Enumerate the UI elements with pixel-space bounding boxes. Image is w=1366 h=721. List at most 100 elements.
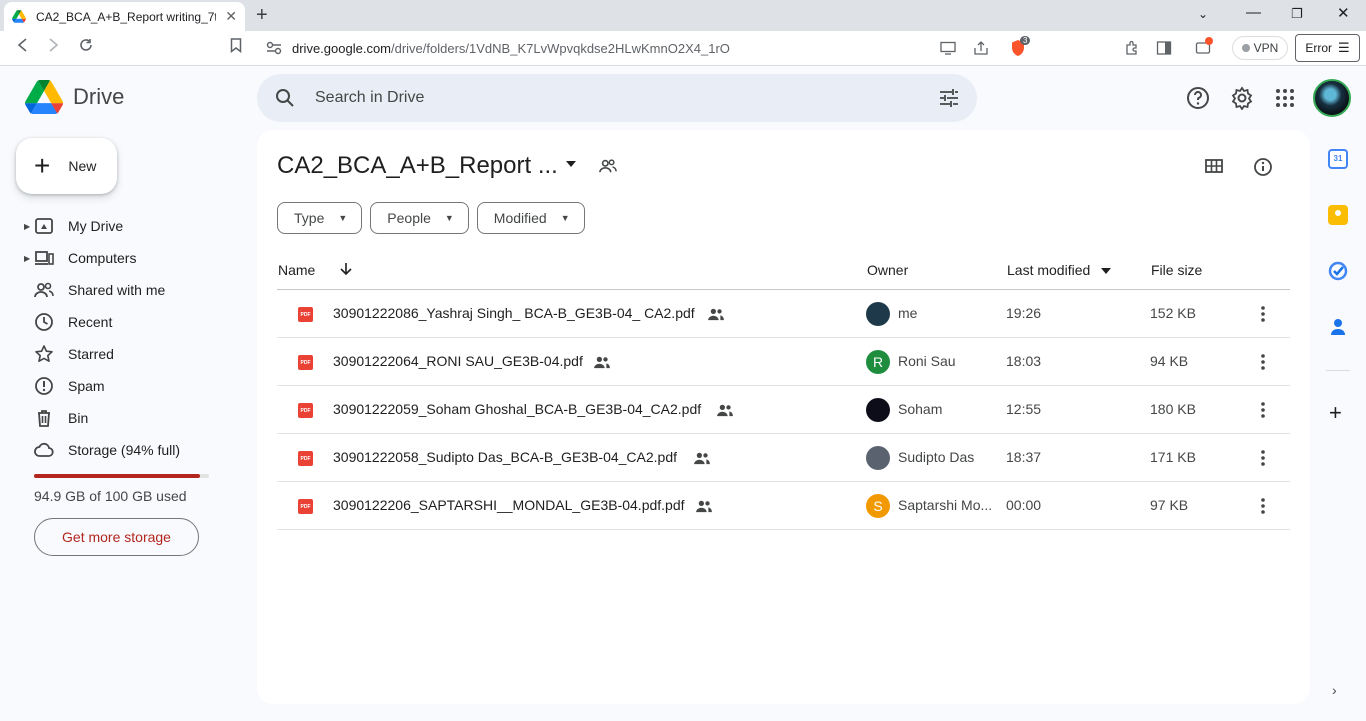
shared-people-icon	[695, 499, 713, 516]
address-bar[interactable]: drive.google.com/drive/folders/1VdNB_K7L…	[258, 34, 1038, 62]
search-bar[interactable]: Search in Drive	[257, 74, 977, 122]
cast-icon[interactable]	[940, 41, 956, 55]
more-actions-icon[interactable]	[1253, 400, 1273, 420]
share-page-icon[interactable]	[973, 40, 989, 56]
expand-caret-icon[interactable]: ▶	[24, 222, 30, 231]
keep-icon[interactable]	[1328, 205, 1348, 225]
bookmark-icon[interactable]	[230, 38, 242, 57]
my-drive-icon	[35, 218, 53, 234]
more-actions-icon[interactable]	[1253, 448, 1273, 468]
sidebar-item-recent[interactable]: Recent	[16, 306, 246, 338]
tab-close-icon[interactable]: ✕	[225, 8, 237, 25]
file-name[interactable]: 30901222064_RONI SAU_GE3B-04.pdf	[333, 353, 583, 369]
sidebar-item-spam[interactable]: Spam	[16, 370, 246, 402]
search-options-icon[interactable]	[939, 88, 959, 108]
get-addons-plus-icon[interactable]: +	[1329, 400, 1342, 426]
column-header-name[interactable]: Name	[278, 262, 315, 278]
storage-usage-text: 94.9 GB of 100 GB used	[34, 488, 187, 504]
minimize-icon[interactable]: —	[1246, 4, 1261, 21]
sidebar-item-label: Recent	[68, 314, 113, 330]
error-button[interactable]: Error ☰	[1295, 34, 1360, 62]
table-row[interactable]: PDF 30901222058_Sudipto Das_BCA-B_GE3B-04…	[277, 434, 1290, 482]
calendar-icon[interactable]: 31	[1328, 149, 1348, 169]
expand-caret-icon[interactable]: ▶	[24, 254, 30, 263]
chip-label: Type	[294, 210, 325, 226]
shared-with-me-icon	[34, 282, 54, 298]
more-actions-icon[interactable]	[1253, 496, 1273, 516]
settings-gear-icon[interactable]	[1230, 86, 1254, 110]
contacts-icon[interactable]	[1328, 317, 1348, 337]
computers-icon	[35, 251, 54, 265]
back-icon[interactable]	[16, 38, 28, 56]
filter-modified-chip[interactable]: Modified ▼	[476, 202, 585, 234]
filter-type-chip[interactable]: Type ▼	[277, 202, 363, 234]
table-row[interactable]: PDF 30901222059_Soham Ghoshal_BCA-B_GE3B-…	[277, 386, 1290, 434]
file-list-header: Name Owner Last modified File size	[277, 252, 1290, 290]
sidebar-item-bin[interactable]: Bin	[16, 402, 246, 434]
owner-avatar	[866, 398, 890, 422]
help-icon[interactable]	[1186, 86, 1210, 110]
drive-logo-icon	[25, 80, 63, 114]
forward-icon[interactable]	[48, 38, 60, 56]
tab-search-chevron-icon[interactable]: ⌄	[1198, 7, 1208, 21]
sidebar-item-label: Spam	[68, 378, 105, 394]
vpn-status-dot	[1241, 44, 1250, 52]
info-icon[interactable]	[1253, 157, 1273, 177]
new-label: New	[68, 158, 97, 174]
sidebar-toggle-icon[interactable]	[1156, 40, 1172, 56]
window-close-icon[interactable]: ✕	[1337, 4, 1350, 22]
last-modified-time: 19:26	[1006, 305, 1042, 321]
search-input[interactable]: Search in Drive	[315, 89, 424, 107]
tasks-icon[interactable]	[1328, 261, 1348, 281]
account-avatar[interactable]	[1313, 79, 1351, 117]
sort-dropdown-icon[interactable]	[1101, 267, 1111, 275]
owner-avatar	[866, 302, 890, 326]
restore-icon[interactable]: ❐	[1291, 6, 1303, 22]
tab-title: CA2_BCA_A+B_Report writing_7th	[36, 9, 216, 24]
get-more-storage-button[interactable]: Get more storage	[34, 518, 199, 556]
table-row[interactable]: PDF 3090122206_SAPTARSHI__MONDAL_GE3B-04.…	[277, 482, 1290, 530]
folder-title[interactable]: CA2_BCA_A+B_Report ...	[277, 152, 558, 180]
column-header-last-modified[interactable]: Last modified	[1007, 262, 1090, 278]
grid-view-icon[interactable]	[1205, 157, 1223, 175]
extensions-icon[interactable]	[1124, 40, 1140, 56]
file-name[interactable]: 30901222058_Sudipto Das_BCA-B_GE3B-04_CA…	[333, 449, 677, 465]
table-row[interactable]: PDF 30901222086_Yashraj Singh_ BCA-B_GE3B…	[277, 290, 1290, 338]
more-actions-icon[interactable]	[1253, 352, 1273, 372]
browser-tab[interactable]: CA2_BCA_A+B_Report writing_7th ✕	[4, 2, 245, 31]
search-icon[interactable]	[275, 88, 295, 108]
more-actions-icon[interactable]	[1253, 304, 1273, 324]
file-name[interactable]: 30901222086_Yashraj Singh_ BCA-B_GE3B-04…	[333, 305, 695, 321]
apps-grid-icon[interactable]	[1273, 86, 1297, 110]
expand-panel-chevron-icon[interactable]: ›	[1332, 682, 1337, 698]
side-panel: 31 + ›	[1318, 130, 1358, 704]
sidebar-item-computers[interactable]: ▶ Computers	[16, 242, 246, 274]
sidebar-item-shared-with-me[interactable]: Shared with me	[16, 274, 246, 306]
vpn-label: VPN	[1253, 41, 1279, 55]
sidebar-item-my-drive[interactable]: ▶ My Drive	[16, 210, 246, 242]
chip-label: Modified	[493, 210, 547, 226]
site-info-icon[interactable]	[266, 41, 282, 55]
column-header-owner[interactable]: Owner	[867, 262, 908, 278]
vpn-button[interactable]: VPN	[1232, 36, 1288, 60]
drive-logo[interactable]: Drive	[25, 80, 124, 114]
sidebar-item-starred[interactable]: Starred	[16, 338, 246, 370]
table-row[interactable]: PDF 30901222064_RONI SAU_GE3B-04.pdf R Roni…	[277, 338, 1290, 386]
column-header-file-size[interactable]: File size	[1151, 262, 1202, 278]
shared-folder-icon[interactable]	[599, 157, 617, 175]
reload-icon[interactable]	[79, 38, 93, 56]
file-name[interactable]: 30901222059_Soham Ghoshal_BCA-B_GE3B-04_…	[333, 401, 701, 417]
new-button[interactable]: + New	[16, 138, 117, 194]
filter-people-chip[interactable]: People ▼	[370, 202, 469, 234]
sidebar-item-storage[interactable]: Storage (94% full)	[16, 434, 246, 466]
sort-arrow-down-icon[interactable]	[339, 262, 353, 276]
folder-menu-dropdown-icon[interactable]	[565, 158, 577, 170]
new-tab-button[interactable]: +	[256, 4, 268, 27]
file-name[interactable]: 3090122206_SAPTARSHI__MONDAL_GE3B-04.pdf…	[333, 497, 685, 513]
chevron-down-icon: ▼	[338, 213, 348, 223]
drive-favicon-icon	[12, 10, 26, 23]
file-size: 152 KB	[1150, 305, 1196, 321]
wallet-icon[interactable]	[1195, 37, 1213, 58]
brave-shield-icon[interactable]: 3	[1010, 36, 1031, 57]
sidebar-item-label: Shared with me	[68, 282, 166, 298]
